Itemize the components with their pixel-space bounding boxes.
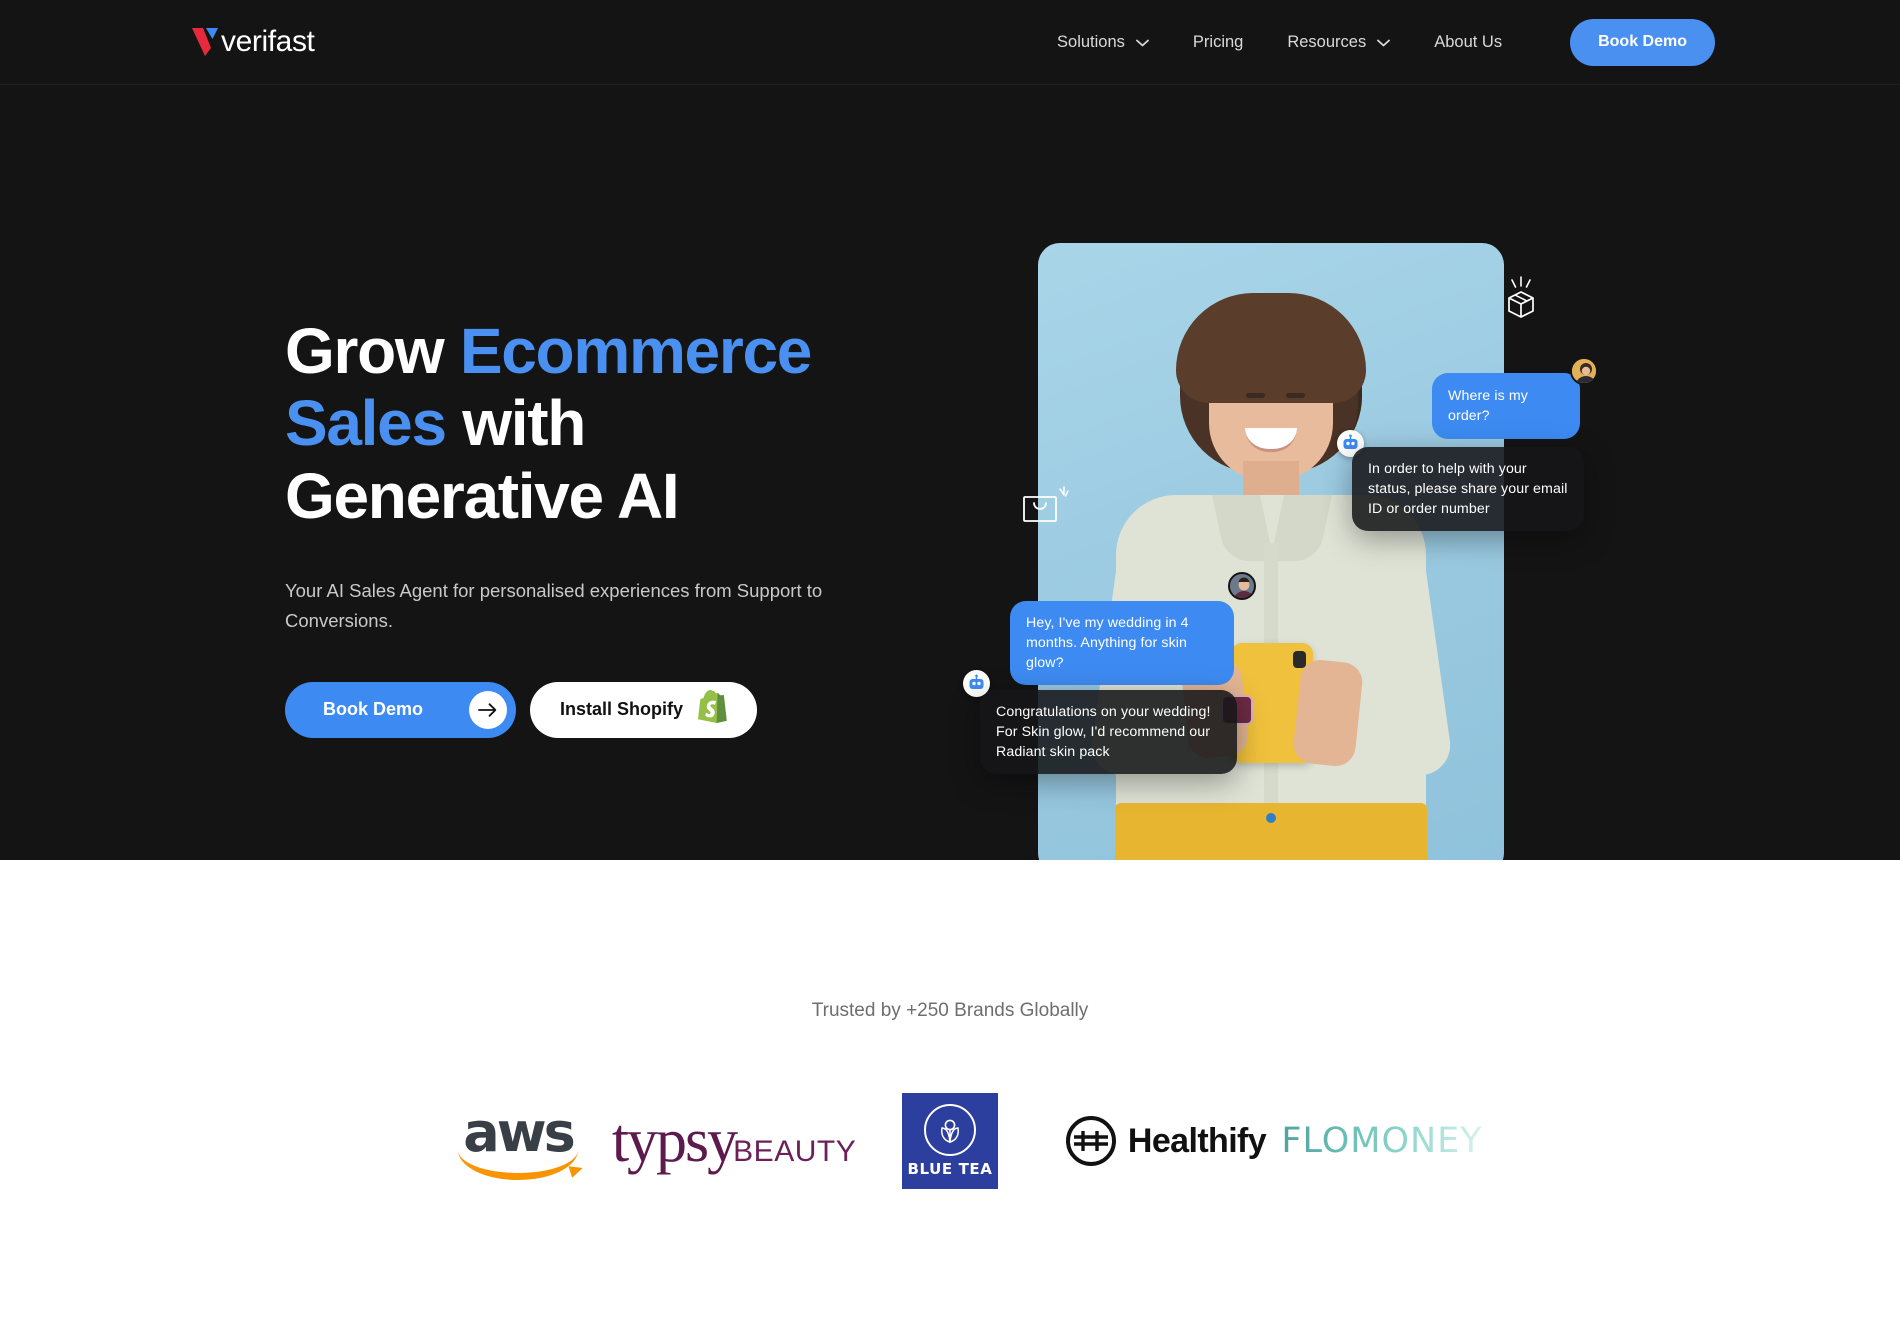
brand-logo[interactable]: verifast (190, 25, 315, 59)
hero-title-line2-accent: Sales (285, 387, 447, 460)
logo-aws: aws (410, 1086, 626, 1196)
hero-book-demo-button[interactable]: Book Demo (285, 681, 517, 738)
trusted-by-title: Trusted by +250 Brands Globally (811, 1000, 1089, 1021)
shopping-bag-icon (1020, 485, 1072, 534)
chevron-down-icon (1136, 39, 1149, 47)
package-box-icon (1500, 275, 1542, 332)
chat-bubble-order: Where is my order? (1432, 373, 1580, 440)
blue-tea-wordmark: BLUE TEA (907, 1160, 993, 1178)
brand-name: verifast (221, 25, 315, 58)
avatar (1228, 572, 1256, 600)
avatar (1570, 357, 1598, 385)
hero-subtitle: Your AI Sales Agent for personalised exp… (285, 579, 823, 631)
nav-label-resources: Resources (1287, 32, 1367, 51)
hero-title-line1-accent: Ecommerce (459, 315, 812, 387)
hero-book-demo-label: Book Demo (323, 699, 424, 720)
shopify-icon (697, 690, 727, 729)
hero-title-line2-plain: with (445, 387, 586, 460)
header-book-demo-button[interactable]: Book Demo (1570, 18, 1715, 66)
chat-bubble-status: In order to help with your status, pleas… (1352, 447, 1584, 532)
install-shopify-label: Install Shopify (560, 699, 684, 720)
hero-copy: Grow Ecommerce Sales with Generative AI … (0, 85, 900, 860)
logo-flomoney: FLOMONEY (1274, 1086, 1490, 1196)
nav-item-pricing[interactable]: Pricing (1171, 33, 1265, 52)
nav-label-about-us: About Us (1434, 32, 1503, 51)
typsy-wordmark: typsy (611, 1106, 738, 1175)
client-logo-strip: aws typsy BEAUTY BLUE TEA Healthify FLOM… (0, 1086, 1900, 1196)
nav-label-pricing: Pricing (1192, 32, 1244, 51)
healthify-wordmark: Healthify (1127, 1121, 1267, 1160)
blue-tea-flower-icon (924, 1104, 976, 1156)
nav-label-solutions: Solutions (1057, 32, 1125, 51)
install-shopify-button[interactable]: Install Shopify (530, 681, 758, 738)
chat-bubble-wedding: Hey, I've my wedding in 4 months. Anythi… (1010, 601, 1234, 686)
nav-item-about-us[interactable]: About Us (1412, 33, 1524, 52)
site-header: verifast Solutions Pricing Resources Abo… (0, 0, 1900, 85)
aws-smile-icon (458, 1150, 578, 1180)
arrow-right-icon (469, 690, 508, 729)
healthify-monogram-icon (1065, 1116, 1116, 1166)
chat-bubble-recommendation: Congratulations on your wedding! For Ski… (980, 690, 1237, 775)
hero-section: Grow Ecommerce Sales with Generative AI … (0, 85, 1900, 860)
hero-cta-group: Book Demo Install Shopify (285, 681, 900, 738)
beauty-wordmark: BEAUTY (733, 1134, 857, 1168)
nav-item-resources[interactable]: Resources (1265, 33, 1412, 52)
trusted-by-section: Trusted by +250 Brands Globally aws typs… (0, 860, 1900, 1321)
verifast-logo-icon (190, 26, 226, 58)
chevron-down-icon (1377, 39, 1391, 47)
nav-item-solutions[interactable]: Solutions (1035, 33, 1171, 52)
flomoney-wordmark: FLOMONEY (1281, 1121, 1483, 1161)
logo-healthify: Healthify (1058, 1086, 1274, 1196)
logo-typsy-beauty: typsy BEAUTY (612, 1086, 856, 1196)
page-title: Grow Ecommerce Sales with Generative AI (285, 315, 900, 532)
hero-title-line1-plain: Grow (285, 315, 460, 387)
hero-title-line3-plain: Generative AI (285, 459, 680, 532)
main-navigation: Solutions Pricing Resources About Us Boo… (1035, 18, 1715, 66)
logo-blue-tea: BLUE TEA (842, 1086, 1058, 1196)
